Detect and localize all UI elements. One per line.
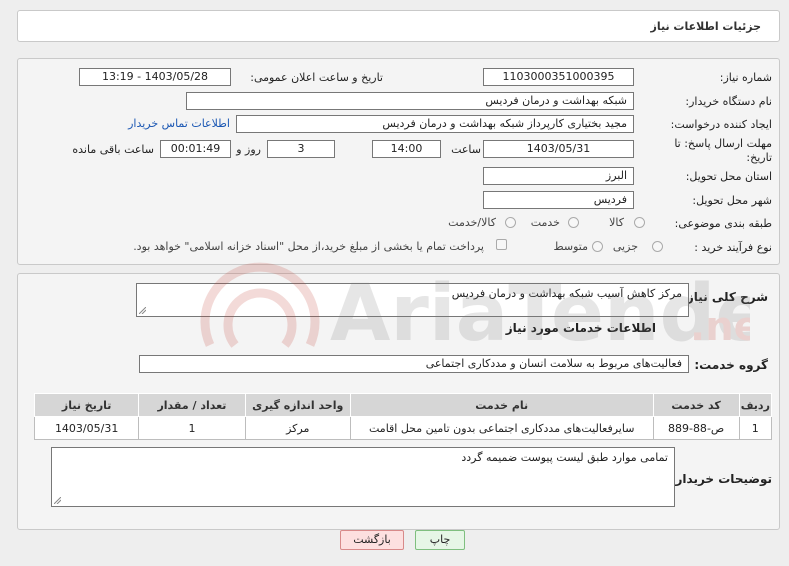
need-number-label: شماره نیاز:: [719, 71, 772, 84]
col-header-unit: واحد اندازه گیری: [244, 393, 351, 417]
col-header-need-date: تاریخ نیاز: [33, 393, 140, 417]
buyer-org-field[interactable]: شبکه بهداشت و درمان فردیس: [186, 92, 634, 110]
back-button[interactable]: بازگشت: [340, 530, 404, 550]
resize-grip-icon[interactable]: [139, 307, 146, 314]
cell-service-code: ص-88-889: [652, 416, 740, 440]
services-table: ردیف کد خدمت نام خدمت واحد اندازه گیری ت…: [33, 393, 773, 440]
province-label: استان محل تحویل:: [685, 170, 772, 183]
need-summary-textarea[interactable]: مرکز کاهش آسیب شبکه بهداشت و درمان فردیس: [136, 283, 689, 317]
col-header-service-code: کد خدمت: [652, 393, 740, 417]
service-group-field[interactable]: فعالیت‌های مربوط به سلامت انسان و مددکار…: [139, 355, 689, 373]
services-section-title: اطلاعات خدمات مورد نیاز: [505, 321, 656, 335]
table-row: 1 ص-88-889 سایرفعالیت‌های مددکاری اجتماع…: [33, 416, 773, 440]
creator-label: ایجاد کننده درخواست:: [670, 118, 772, 131]
buyer-notes-label: توضیحات خریدار:: [670, 472, 772, 486]
process-type-label: نوع فرآیند خرید :: [694, 241, 772, 254]
province-field[interactable]: البرز: [483, 167, 634, 185]
creator-field[interactable]: مجید بختیاری کارپرداز شبکه بهداشت و درما…: [236, 115, 634, 133]
city-field[interactable]: فردیس: [483, 191, 634, 209]
process-radio-medium[interactable]: [592, 241, 603, 252]
deadline-label-line1: مهلت ارسال پاسخ: تا: [674, 137, 772, 150]
cell-service-name: سایرفعالیت‌های مددکاری اجتماعی بدون تامی…: [349, 416, 654, 440]
deadline-date-field[interactable]: 1403/05/31: [483, 140, 634, 158]
need-summary-text: مرکز کاهش آسیب شبکه بهداشت و درمان فردیس: [451, 287, 682, 300]
deadline-time-label: ساعت: [451, 143, 481, 156]
cell-unit: مرکز: [244, 416, 351, 440]
buyer-notes-text: تمامی موارد طبق لیست پیوست ضمیمه گردد: [461, 451, 668, 464]
category-option-goods: کالا: [609, 216, 624, 229]
need-info-panel: [17, 58, 780, 265]
cell-quantity: 1: [138, 416, 246, 440]
col-header-row-number: ردیف: [738, 393, 773, 417]
need-number-field[interactable]: 1103000351000395: [483, 68, 634, 86]
cell-row-number: 1: [738, 416, 773, 440]
page-header: جزئیات اطلاعات نیاز: [17, 10, 780, 42]
announce-datetime-label: تاریخ و ساعت اعلان عمومی:: [250, 71, 383, 84]
service-group-label: گروه خدمت:: [694, 358, 768, 372]
print-button[interactable]: چاپ: [415, 530, 465, 550]
days-remaining-field[interactable]: 3: [267, 140, 335, 158]
remaining-time-field[interactable]: 00:01:49: [160, 140, 231, 158]
category-option-service: خدمت: [530, 216, 560, 229]
category-radio-service[interactable]: [568, 217, 579, 228]
announce-datetime-field[interactable]: 1403/05/28 - 13:19: [79, 68, 231, 86]
category-option-goods-service: کالا/خدمت: [448, 216, 496, 229]
process-option-minor: جزیی: [612, 240, 638, 253]
treasury-payment-checkbox[interactable]: [496, 239, 507, 250]
category-radio-goods-service[interactable]: [505, 217, 516, 228]
deadline-label-line2: تاریخ:: [746, 151, 772, 164]
treasury-payment-note: پرداخت تمام یا بخشی از مبلغ خرید،از محل …: [133, 240, 484, 253]
process-radio-minor[interactable]: [652, 241, 663, 252]
category-label: طبقه بندی موضوعی:: [674, 217, 772, 230]
buyer-org-label: نام دستگاه خریدار:: [685, 95, 772, 108]
need-summary-label: شرح کلی نیاز:: [682, 290, 768, 304]
city-label: شهر محل تحویل:: [692, 194, 772, 207]
buyer-contact-link[interactable]: اطلاعات تماس خریدار: [128, 117, 230, 130]
col-header-quantity: تعداد / مقدار: [138, 393, 246, 417]
col-header-service-name: نام خدمت: [349, 393, 654, 417]
buyer-notes-textarea[interactable]: تمامی موارد طبق لیست پیوست ضمیمه گردد: [51, 447, 675, 507]
remaining-time-label: ساعت باقی مانده: [72, 143, 154, 156]
days-label: روز و: [236, 143, 261, 156]
deadline-time-field[interactable]: 14:00: [372, 140, 441, 158]
resize-grip-icon[interactable]: [54, 497, 61, 504]
process-option-medium: متوسط: [553, 240, 588, 253]
category-radio-goods[interactable]: [634, 217, 645, 228]
page-title: جزئیات اطلاعات نیاز: [650, 20, 762, 33]
cell-need-date: 1403/05/31: [33, 416, 140, 440]
services-table-header-row: ردیف کد خدمت نام خدمت واحد اندازه گیری ت…: [33, 393, 773, 417]
